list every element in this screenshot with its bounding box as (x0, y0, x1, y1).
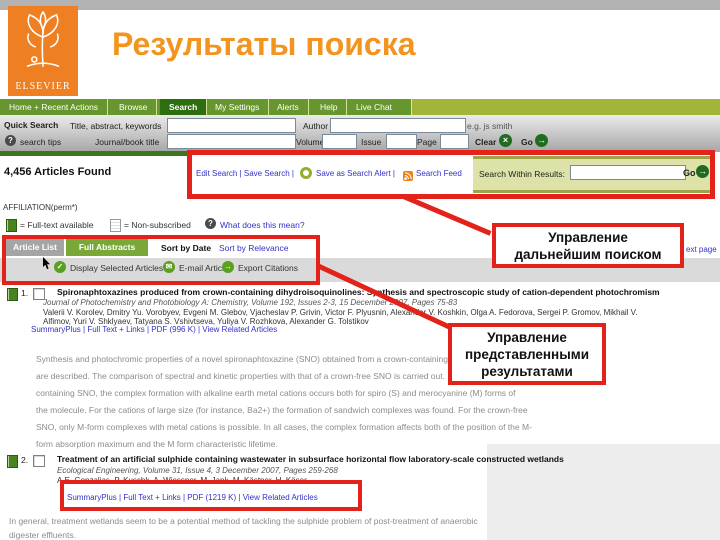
page-label: Page (417, 137, 437, 147)
search-query: AFFILIATION(perm*) (3, 203, 78, 212)
legend-non-subscribed: = Non-subscribed (124, 220, 191, 230)
nav-item-search[interactable]: Search (160, 99, 208, 116)
next-page-link[interactable]: ext page (686, 245, 717, 254)
article-2-checkbox[interactable] (33, 455, 45, 467)
callout-search-management: Управление дальнейшим поиском (492, 223, 684, 268)
journal-book-title-input[interactable] (167, 134, 296, 149)
page-input[interactable] (440, 134, 469, 149)
green-divider (0, 151, 190, 156)
article-1-abstract-line: form absorption maximum and the M form c… (36, 439, 278, 449)
nav-bar-extension (411, 99, 720, 116)
article-2-abstract-line: digester effluents. (9, 530, 76, 540)
volume-label: Volume (296, 137, 325, 147)
legend-help-link[interactable]: What does this mean? (220, 220, 305, 230)
nav-item-my-settings[interactable]: My Settings (206, 99, 270, 116)
nav-item-home[interactable]: Home + Recent Actions (0, 99, 109, 116)
full-text-available-icon (6, 219, 17, 232)
article-1-title[interactable]: Spironaphtoxazines produced from crown-c… (57, 287, 660, 297)
article-2-number: 2. (21, 455, 29, 465)
callout-line: Управление (548, 230, 628, 245)
annotation-box-article-links (60, 480, 362, 511)
article-1-abstract-line: containing SNO, the complex formation wi… (36, 388, 516, 398)
callout-line: результатами (481, 364, 573, 379)
article-1-authors-line1: Valerii V. Korolev, Dmitry Yu. Vorobyev,… (43, 308, 638, 317)
article-2-source: Ecological Engineering, Volume 31, Issue… (57, 466, 338, 475)
quick-go-icon[interactable]: → (535, 134, 548, 147)
clear-icon[interactable]: × (499, 134, 512, 147)
nav-item-alerts[interactable]: Alerts (268, 99, 309, 116)
search-tips-link[interactable]: search tips (20, 137, 61, 147)
full-text-icon (7, 288, 18, 301)
issue-input[interactable] (386, 134, 417, 149)
author-label: Author (303, 121, 329, 131)
nav-item-browse[interactable]: Browse (110, 99, 158, 116)
clear-label[interactable]: Clear (475, 137, 496, 147)
page-title: Результаты поиска (112, 26, 416, 62)
nav-item-live-chat[interactable]: Live Chat (347, 99, 401, 116)
callout-line: представленными (464, 347, 590, 362)
journal-book-title-label: Journal/book title (95, 137, 160, 147)
title-abstract-keywords-input[interactable] (167, 118, 296, 133)
article-1-abstract-line: are described. The comparison of spectra… (36, 371, 503, 381)
elsevier-logo: ELSEVIER (8, 6, 78, 96)
elsevier-tree-icon (14, 8, 72, 79)
legend-help-icon[interactable]: ? (205, 218, 216, 229)
non-subscribed-icon (110, 219, 121, 232)
annotation-box-results-toolbar (2, 235, 320, 285)
articles-found-count: 4,456 Articles Found (4, 166, 112, 178)
connector-line-search (402, 194, 492, 236)
volume-input[interactable] (322, 134, 357, 149)
quick-search-label: Quick Search (4, 120, 59, 130)
callout-line: Управление (487, 330, 567, 345)
callout-line: дальнейшим поиском (514, 247, 662, 262)
nav-bar: Home + Recent Actions Browse Search My S… (0, 99, 720, 116)
article-2-title[interactable]: Treatment of an artificial sulphide cont… (57, 454, 564, 464)
title-abstract-keywords-label: Title, abstract, keywords (70, 121, 162, 131)
author-hint: e.g. js smith (467, 121, 513, 131)
elsevier-wordmark: ELSEVIER (15, 81, 71, 92)
article-1-abstract-line: the molecule. For the cations of large s… (36, 405, 528, 415)
quick-go-label[interactable]: Go (521, 137, 533, 147)
top-gray-strip (0, 0, 720, 10)
full-text-icon (7, 455, 18, 468)
issue-label: Issue (361, 137, 382, 147)
nav-item-help[interactable]: Help (311, 99, 348, 116)
article-2-abstract-line: In general, treatment wetlands seem to b… (9, 516, 478, 526)
callout-results-management: Управление представленными результатами (448, 323, 606, 385)
article-1-abstract-line: SNO, only M-form complexes with metal ca… (36, 422, 532, 432)
author-input[interactable] (330, 118, 466, 133)
article-1-number: 1. (21, 288, 29, 298)
article-1-links[interactable]: SummaryPlus | Full Text + Links | PDF (9… (31, 325, 277, 334)
slide: ELSEVIER Результаты поиска Home + Recent… (0, 0, 720, 540)
search-tips-help-icon[interactable]: ? (5, 135, 16, 146)
annotation-box-search-management (187, 150, 715, 199)
legend-full-text: = Full-text available (20, 220, 94, 230)
